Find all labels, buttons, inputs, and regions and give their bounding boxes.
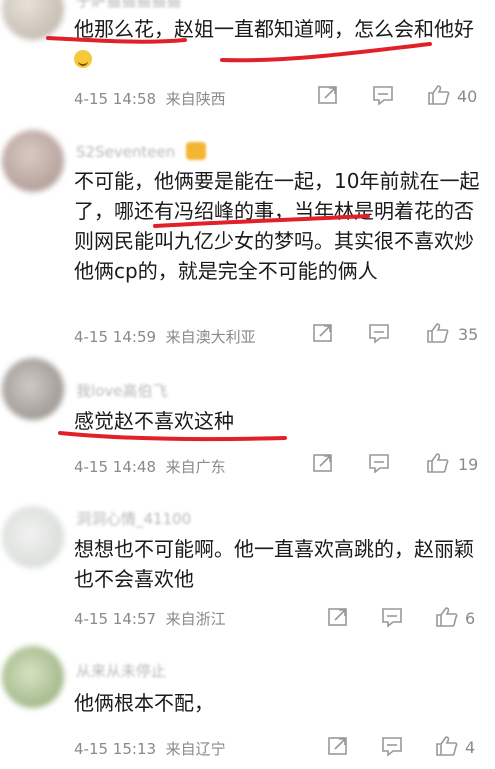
username-text: S2Seventeen xyxy=(76,143,176,161)
like-count: 4 xyxy=(465,738,476,757)
share-icon[interactable] xyxy=(327,606,349,632)
username[interactable]: 子萨猫猫猫猫猫 xyxy=(76,0,181,11)
share-icon[interactable] xyxy=(312,322,334,348)
username[interactable]: 我love高伯飞 xyxy=(76,380,167,401)
username[interactable]: 从来从未停止 xyxy=(76,660,166,681)
thumbs-up-icon[interactable] xyxy=(426,452,450,478)
comment-text: 感觉赵不喜欢这种 xyxy=(74,409,234,433)
avatar[interactable] xyxy=(2,358,64,420)
comment-icon[interactable] xyxy=(368,452,390,478)
share-icon[interactable] xyxy=(327,735,349,761)
comment-text: 想想也不可能啊。他一直喜欢高跳的，赵丽颖也不会喜欢他 xyxy=(74,537,474,591)
comment-icon[interactable] xyxy=(368,322,390,348)
comment-1-actions: 40 xyxy=(317,84,487,110)
comment-date: 4-15 14:58 xyxy=(74,90,157,108)
comment-text-content: 他那么花，赵姐一直都知道啊，怎么会和他好 xyxy=(74,17,474,41)
comment-date: 4-15 14:57 xyxy=(74,610,157,628)
comment-location: 来自辽宁 xyxy=(165,740,226,758)
username[interactable]: 洞洞心情_41100 xyxy=(76,508,191,529)
thumbs-up-icon[interactable] xyxy=(427,84,451,110)
crown-badge-icon xyxy=(186,142,207,160)
comment-meta: 4-15 14:59 来自澳大利亚 xyxy=(74,326,256,347)
avatar[interactable] xyxy=(2,646,64,708)
thumbs-up-icon[interactable] xyxy=(435,735,459,761)
comment-5-actions: 4 xyxy=(327,735,487,761)
like-count: 6 xyxy=(465,609,476,628)
comment-text: 不可能，他俩要是能在一起，10年前就在一起了，哪还有冯绍峰的事，当年林是明着花的… xyxy=(74,169,480,283)
comment-meta: 4-15 14:48 来自广东 xyxy=(74,456,226,477)
comment-date: 4-15 14:48 xyxy=(74,458,157,476)
comment-meta: 4-15 14:57 来自浙江 xyxy=(74,608,226,629)
comment-icon[interactable] xyxy=(381,735,403,761)
share-icon[interactable] xyxy=(317,84,339,110)
laughing-emoji-icon xyxy=(74,50,92,68)
comment-icon[interactable] xyxy=(372,84,394,110)
like-count: 40 xyxy=(457,87,478,106)
avatar[interactable] xyxy=(2,506,64,568)
thumbs-up-icon[interactable] xyxy=(426,322,450,348)
comment-meta: 4-15 15:13 来自辽宁 xyxy=(74,738,226,759)
comment-location: 来自澳大利亚 xyxy=(165,328,256,346)
comment-date: 4-15 15:13 xyxy=(74,740,157,758)
share-icon[interactable] xyxy=(312,452,334,478)
comment-4-actions: 6 xyxy=(327,606,487,632)
username[interactable]: S2Seventeen xyxy=(76,142,207,161)
comment-date: 4-15 14:59 xyxy=(74,328,157,346)
comment-text: 他俩根本不配， xyxy=(74,691,214,715)
comment-meta: 4-15 14:58 来自陕西 xyxy=(74,88,226,109)
comment-location: 来自浙江 xyxy=(165,610,226,628)
comment-2-actions: 35 xyxy=(312,322,487,348)
avatar[interactable] xyxy=(2,0,64,40)
comment-location: 来自广东 xyxy=(165,458,226,476)
comment-text: 他那么花，赵姐一直都知道啊，怎么会和他好 xyxy=(74,14,484,74)
avatar[interactable] xyxy=(2,130,64,192)
comment-icon[interactable] xyxy=(381,606,403,632)
comment-3-actions: 19 xyxy=(312,452,487,478)
like-count: 35 xyxy=(458,325,479,344)
comment-location: 来自陕西 xyxy=(165,90,226,108)
thumbs-up-icon[interactable] xyxy=(435,606,459,632)
like-count: 19 xyxy=(458,455,479,474)
